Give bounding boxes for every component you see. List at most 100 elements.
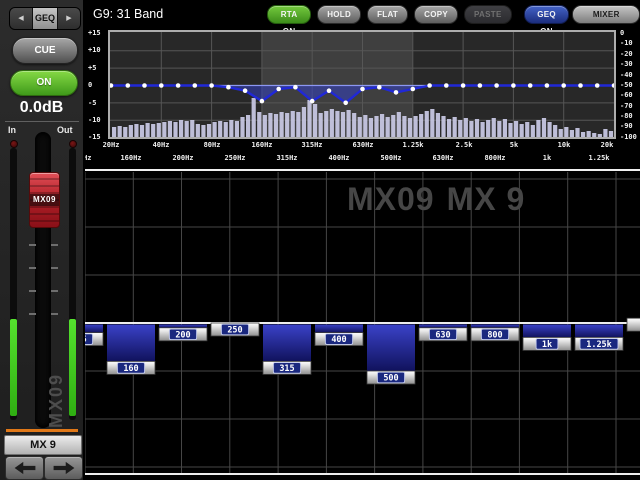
freq-axis-label: 2.5k [446, 141, 482, 149]
eq-band-dot-12.5k [578, 83, 583, 88]
freq-axis-label: 40Hz [143, 141, 179, 149]
header-button-flat[interactable]: FLAT [367, 5, 408, 24]
eq-band-dot-100 [226, 85, 231, 90]
freq-axis-label: 20k [589, 141, 625, 149]
db-tick-label: 0 [88, 81, 92, 89]
fader-scale-tick [51, 244, 58, 246]
freq-axis-label: 160Hz [244, 141, 280, 149]
eq-band-dot-800 [377, 85, 382, 90]
eq-band-dot-630 [360, 87, 365, 92]
eq-band-dot-63 [193, 83, 198, 88]
fader-scale-tick [51, 313, 58, 315]
channel-strip-sidebar: ◀ GEQ ▶ CUE ON 0.0dB In Out MX09 MX09 MX… [0, 0, 85, 480]
rta-tick-label: -70 [620, 102, 633, 110]
band-fader-1.25k: 1.25k [575, 325, 623, 351]
input-meter-fill [10, 319, 17, 416]
window-freq-label: 1k [529, 154, 565, 162]
band-fader-fill [523, 325, 571, 338]
db-tick-label: +10 [88, 46, 101, 54]
band-label: 125 [85, 335, 87, 345]
eq-band-dot-2k [444, 83, 449, 88]
header-button-paste: PASTE [464, 5, 512, 24]
arrow-right-icon [51, 460, 77, 476]
output-meter-fill [69, 319, 76, 416]
fader-gain-readout: 0.0dB [0, 99, 83, 117]
eq-band-dot-1k [394, 90, 399, 95]
freq-axis-label: 315Hz [294, 141, 330, 149]
band-fader-250: 250 [211, 323, 259, 336]
window-freq-label: 400Hz [321, 154, 357, 162]
band-label: 630 [435, 330, 450, 340]
header-button-mixer[interactable]: MIXER [572, 5, 640, 24]
channel-color-bar [6, 429, 78, 432]
band-fader-630: 630 [419, 325, 467, 341]
geq-selector-label: GEQ [32, 8, 58, 29]
eq-band-dot-250 [293, 85, 298, 90]
band-fader-800: 800 [471, 325, 519, 341]
window-freq-label: 500Hz [373, 154, 409, 162]
eq-band-dot-500 [343, 101, 348, 106]
header-button-geq-on[interactable]: GEQ ON [524, 5, 570, 24]
freq-axis-label: 20Hz [93, 141, 129, 149]
band-label: 800 [487, 330, 502, 340]
eq-band-dot-1.25k [411, 87, 416, 92]
band-fader-160: 160 [107, 325, 155, 375]
db-tick-label: -15 [88, 133, 101, 141]
header-button-row: RTA ON HOLD FLAT COPY PASTE GEQ ONMIXER [267, 5, 640, 24]
band-fader-315: 315 [263, 325, 311, 375]
window-freq-label: 160Hz [113, 154, 149, 162]
header-button-hold[interactable]: HOLD [317, 5, 361, 24]
band-label: 250 [227, 326, 242, 336]
channel-on-button[interactable]: ON [10, 70, 78, 96]
header-button-copy[interactable]: COPY [414, 5, 458, 24]
window-freq-label: 1.25k [581, 154, 617, 162]
eq-band-dot-5k [511, 83, 516, 88]
channel-nameplate: MX 9 [4, 435, 82, 455]
channel-id-watermark: MX09 [46, 352, 70, 428]
page-title: G9: 31 Band [93, 7, 163, 21]
input-level-meter [10, 148, 17, 420]
db-tick-label: +15 [88, 29, 101, 37]
next-channel-button[interactable] [44, 456, 83, 480]
cue-button[interactable]: CUE [12, 37, 78, 64]
fader-knob-label: MX09 [30, 194, 59, 206]
band-label: 500 [383, 374, 398, 384]
eq-band-dot-125 [243, 88, 248, 93]
prev-geq-button[interactable]: ◀ [10, 8, 32, 29]
rta-tick-label: 0 [620, 29, 624, 37]
band-fader-fill [367, 325, 415, 372]
section-separator [85, 169, 640, 171]
freq-axis-label: 10k [546, 141, 582, 149]
band-label: 1k [542, 340, 552, 350]
fader-scale-tick [29, 313, 36, 315]
band-label: 1.25k [586, 340, 612, 350]
window-freq-label: 125Hz [85, 154, 99, 162]
band-fader-handle-edge[interactable] [627, 318, 640, 331]
window-freq-label: 800Hz [477, 154, 513, 162]
fader-scale-tick [51, 290, 58, 292]
next-geq-button[interactable]: ▶ [58, 8, 80, 29]
eq-band-dot-40 [159, 83, 164, 88]
channel-fader-knob[interactable]: MX09 [29, 172, 60, 228]
rta-tick-label: -80 [620, 112, 633, 120]
band-fader-1k: 1k [523, 325, 571, 351]
band-fader-fill [85, 325, 103, 333]
band-fader-fill [263, 325, 311, 362]
eq-band-dot-400 [327, 88, 332, 93]
db-tick-label: -10 [88, 116, 101, 124]
eq-band-dot-1.6k [427, 83, 432, 88]
freq-axis-label: 630Hz [345, 141, 381, 149]
band-fader-fill [107, 325, 155, 362]
eq-band-dot-31.5 [142, 83, 147, 88]
window-freq-label: 630Hz [425, 154, 461, 162]
header-button-rta-on[interactable]: RTA ON [267, 5, 311, 24]
rta-tick-label: -60 [620, 91, 633, 99]
fader-scale-tick [51, 267, 58, 269]
window-freq-label: 315Hz [269, 154, 305, 162]
prev-channel-button[interactable] [5, 456, 44, 480]
band-fader-fill [315, 325, 363, 333]
geq-main-area: G9: 31 Band RTA ON HOLD FLAT COPY PASTE GEQ O… [85, 0, 640, 480]
eq-plot-canvas [110, 32, 614, 137]
fader-scale-tick [29, 290, 36, 292]
meter-in-peak-led [10, 140, 18, 148]
